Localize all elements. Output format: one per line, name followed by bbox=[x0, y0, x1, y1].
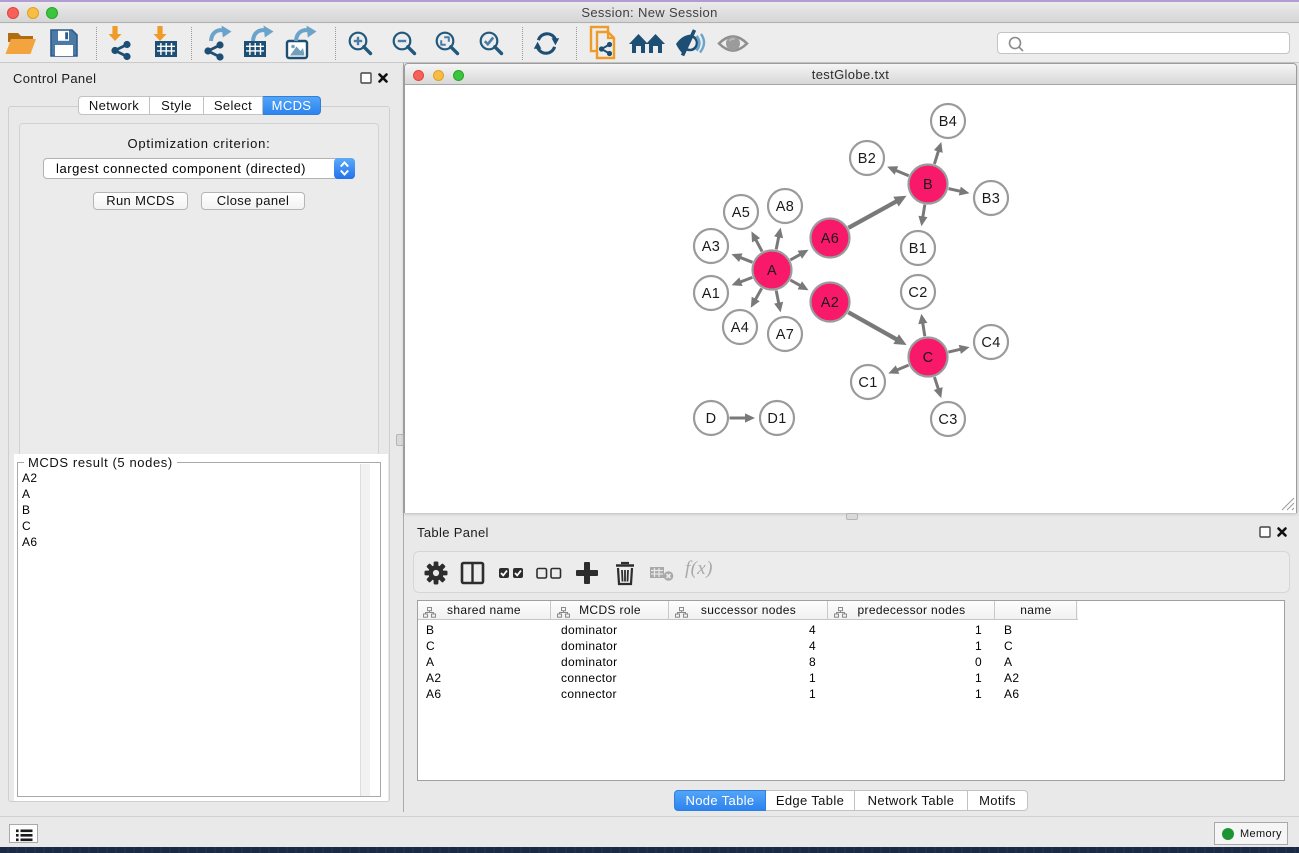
svg-text:D1: D1 bbox=[767, 411, 786, 427]
svg-text:C3: C3 bbox=[938, 412, 957, 428]
svg-text:B1: B1 bbox=[909, 241, 927, 257]
svg-text:D: D bbox=[706, 411, 717, 427]
svg-text:C1: C1 bbox=[858, 375, 877, 391]
svg-text:A: A bbox=[767, 263, 777, 279]
svg-text:B2: B2 bbox=[858, 151, 876, 167]
svg-text:B3: B3 bbox=[982, 191, 1000, 207]
svg-text:C4: C4 bbox=[981, 335, 1000, 351]
svg-text:A5: A5 bbox=[732, 205, 750, 221]
svg-text:C2: C2 bbox=[908, 285, 927, 301]
svg-text:A6: A6 bbox=[821, 231, 839, 247]
svg-text:A4: A4 bbox=[731, 320, 749, 336]
svg-text:A3: A3 bbox=[702, 239, 720, 255]
svg-text:A2: A2 bbox=[821, 295, 839, 311]
svg-text:A1: A1 bbox=[702, 286, 720, 302]
svg-text:A8: A8 bbox=[776, 199, 794, 215]
svg-text:C: C bbox=[923, 350, 934, 366]
svg-text:A7: A7 bbox=[776, 327, 794, 343]
svg-text:B4: B4 bbox=[939, 114, 957, 130]
svg-text:B: B bbox=[923, 177, 933, 193]
